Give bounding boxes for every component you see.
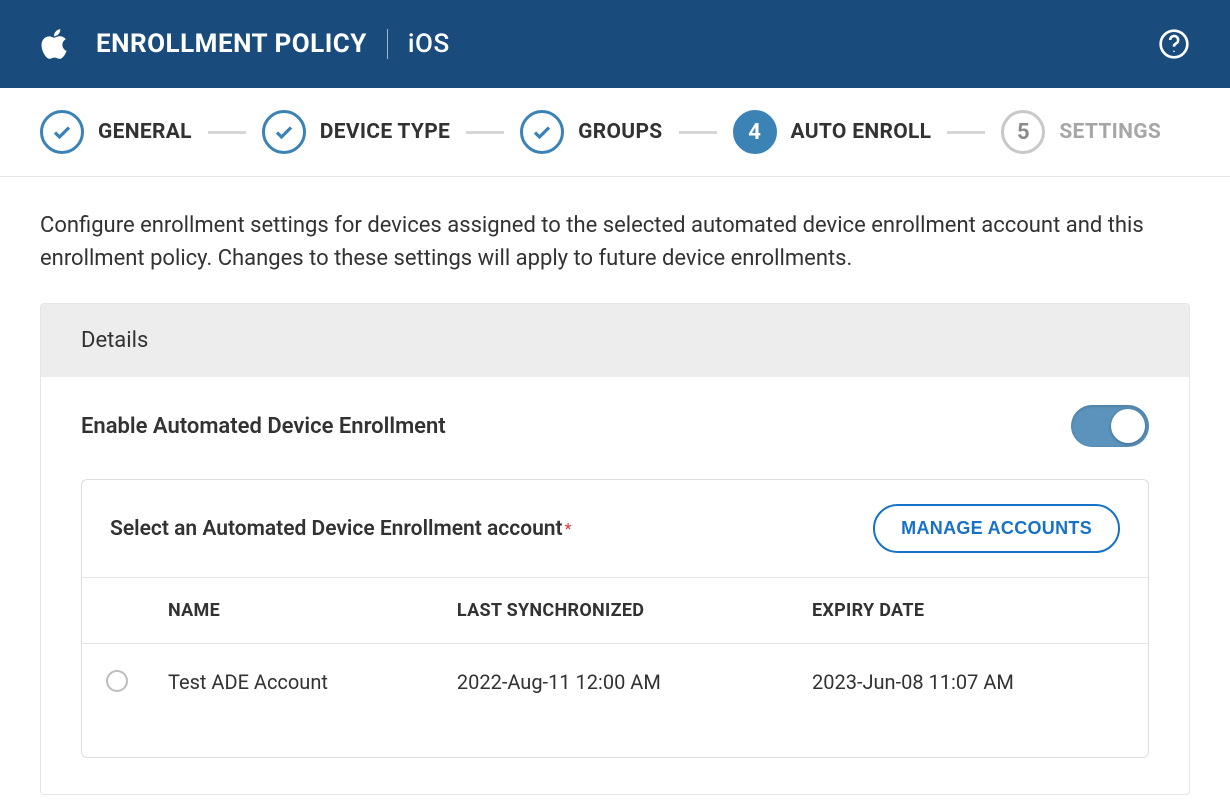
step-number: 4 bbox=[748, 120, 761, 145]
check-icon bbox=[530, 120, 554, 144]
intro-text: Configure enrollment settings for device… bbox=[0, 177, 1230, 303]
panel-title: Details bbox=[41, 304, 1189, 377]
step-connector bbox=[208, 131, 246, 134]
step-label: GROUPS bbox=[578, 120, 662, 144]
table-row[interactable]: Test ADE Account 2022-Aug-11 12:00 AM 20… bbox=[82, 644, 1148, 758]
enable-ade-label: Enable Automated Device Enrollment bbox=[81, 414, 1071, 439]
account-radio[interactable] bbox=[106, 670, 128, 692]
step-label: AUTO ENROLL bbox=[791, 120, 932, 144]
step-label: SETTINGS bbox=[1059, 120, 1161, 144]
step-circle-done bbox=[520, 110, 564, 154]
step-connector bbox=[679, 131, 717, 134]
col-name: NAME bbox=[152, 578, 441, 644]
step-label: GENERAL bbox=[98, 120, 192, 144]
step-label: DEVICE TYPE bbox=[320, 120, 450, 144]
step-circle-done bbox=[262, 110, 306, 154]
step-connector bbox=[947, 131, 985, 134]
step-groups[interactable]: GROUPS bbox=[520, 110, 662, 154]
toggle-knob bbox=[1111, 409, 1145, 443]
step-settings[interactable]: 5 SETTINGS bbox=[1001, 110, 1161, 154]
check-icon bbox=[50, 120, 74, 144]
step-general[interactable]: GENERAL bbox=[40, 110, 192, 154]
page-subtitle: iOS bbox=[408, 29, 450, 59]
step-device-type[interactable]: DEVICE TYPE bbox=[262, 110, 450, 154]
required-mark: * bbox=[565, 519, 572, 538]
page-header: ENROLLMENT POLICY iOS bbox=[0, 0, 1230, 88]
step-number: 5 bbox=[1017, 120, 1030, 145]
ade-accounts-table: NAME LAST SYNCHRONIZED EXPIRY DATE Test … bbox=[82, 578, 1148, 757]
step-circle-pending: 5 bbox=[1001, 110, 1045, 154]
step-auto-enroll[interactable]: 4 AUTO ENROLL bbox=[733, 110, 932, 154]
content-scroll[interactable]: Configure enrollment settings for device… bbox=[0, 177, 1230, 806]
check-icon bbox=[272, 120, 296, 144]
cell-expiry: 2023-Jun-08 11:07 AM bbox=[796, 644, 1148, 758]
wizard-stepper: GENERAL DEVICE TYPE GROUPS 4 AUTO ENROLL… bbox=[0, 88, 1230, 177]
col-radio bbox=[82, 578, 152, 644]
enable-ade-toggle[interactable] bbox=[1071, 405, 1149, 447]
step-circle-done bbox=[40, 110, 84, 154]
ade-select-label: Select an Automated Device Enrollment ac… bbox=[110, 517, 563, 541]
apple-icon bbox=[40, 27, 68, 61]
page-title: ENROLLMENT POLICY bbox=[96, 29, 367, 59]
cell-name: Test ADE Account bbox=[152, 644, 441, 758]
col-last-sync: LAST SYNCHRONIZED bbox=[441, 578, 796, 644]
help-icon[interactable] bbox=[1158, 28, 1190, 60]
step-connector bbox=[466, 131, 504, 134]
col-expiry: EXPIRY DATE bbox=[796, 578, 1148, 644]
details-panel: Details Enable Automated Device Enrollme… bbox=[40, 303, 1190, 795]
manage-accounts-button[interactable]: MANAGE ACCOUNTS bbox=[873, 504, 1120, 553]
step-circle-active: 4 bbox=[733, 110, 777, 154]
table-header-row: NAME LAST SYNCHRONIZED EXPIRY DATE bbox=[82, 578, 1148, 644]
ade-account-section: Select an Automated Device Enrollment ac… bbox=[81, 479, 1149, 758]
cell-last-sync: 2022-Aug-11 12:00 AM bbox=[441, 644, 796, 758]
enable-ade-row: Enable Automated Device Enrollment bbox=[41, 377, 1189, 467]
header-divider bbox=[387, 29, 388, 59]
ade-section-header: Select an Automated Device Enrollment ac… bbox=[82, 480, 1148, 578]
